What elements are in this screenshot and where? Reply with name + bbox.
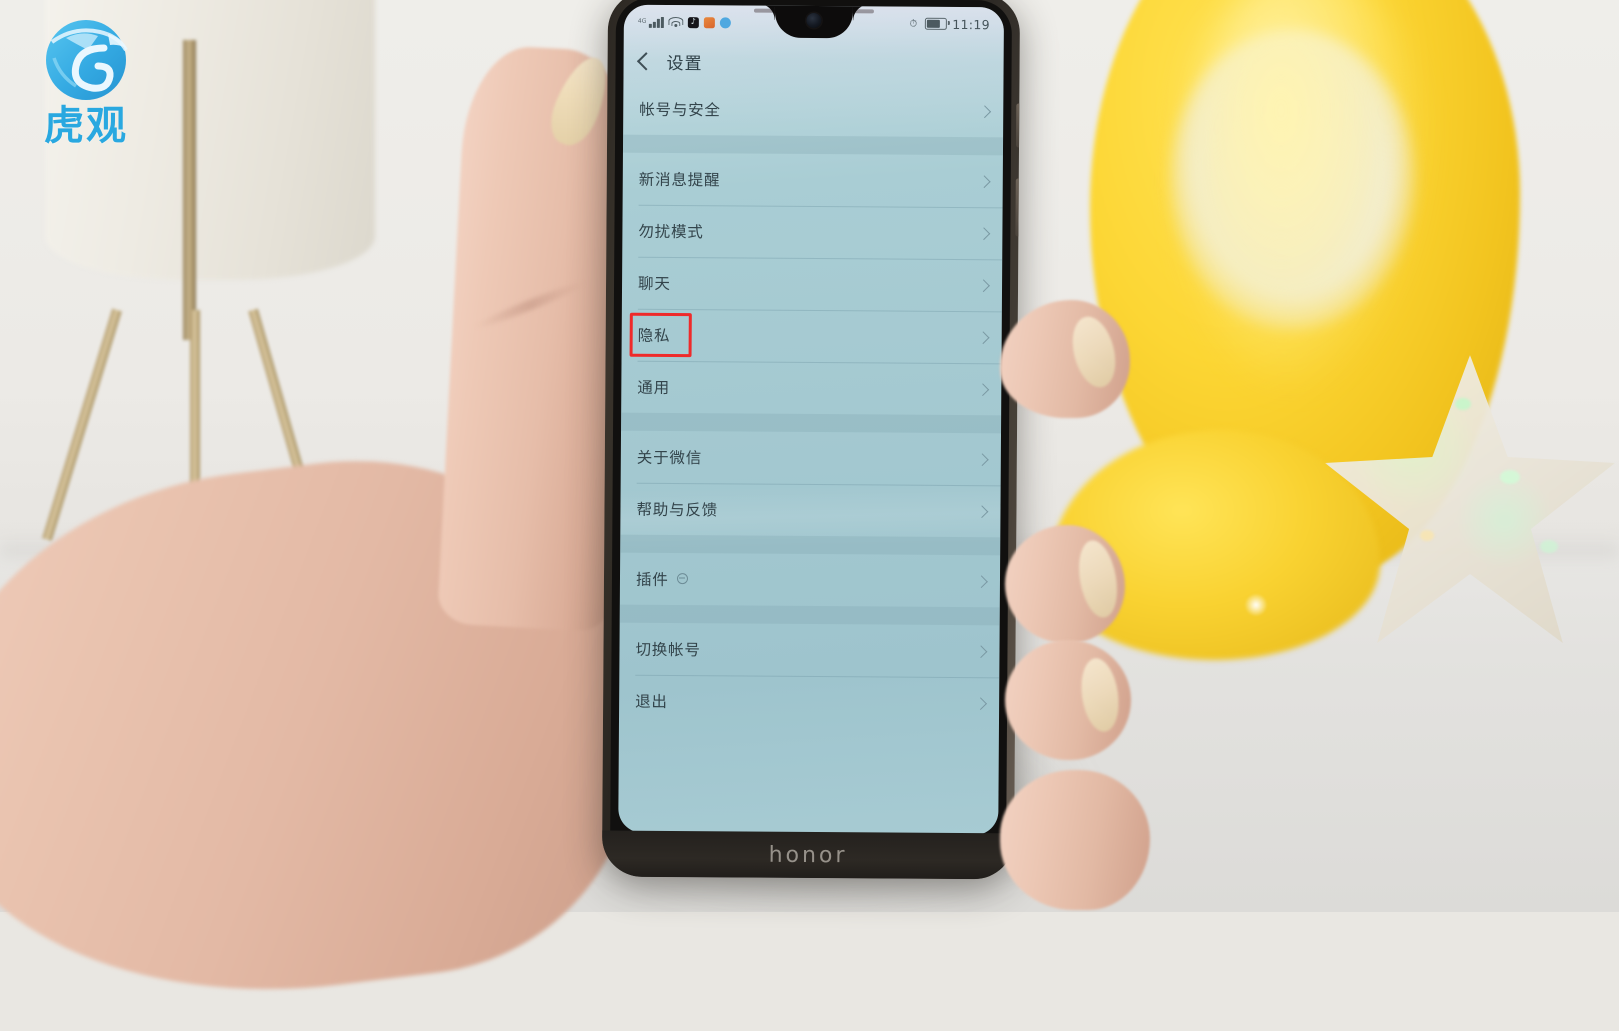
signal-bars-icon — [649, 16, 664, 28]
list-item-do-not-disturb[interactable]: 勿扰模式 — [622, 205, 1002, 260]
phone-bottom-bezel: honor — [601, 830, 1015, 880]
battery-icon — [925, 17, 948, 30]
list-item-label: 勿扰模式 — [638, 222, 704, 242]
orange-app-icon — [703, 16, 715, 28]
settings-group: 插件 — [620, 553, 1000, 608]
chevron-right-icon — [976, 382, 990, 396]
list-item-help-feedback[interactable]: 帮助与反馈 — [620, 483, 1000, 538]
back-chevron-icon[interactable] — [636, 51, 656, 71]
chevron-right-icon — [975, 452, 989, 466]
status-bar-right: ⏱ 11:19 — [909, 16, 990, 32]
settings-group: 新消息提醒 勿扰模式 聊天 隐私 通用 — [621, 153, 1003, 416]
settings-group: 切换帐号 退出 — [619, 623, 1000, 730]
smartphone-device: 4G ⏱ 11:19 设置 — [601, 0, 1021, 880]
chevron-right-icon — [974, 644, 988, 658]
blue-app-icon — [719, 16, 731, 28]
star-glitter-fleck — [1540, 540, 1558, 553]
list-item-label: 退出 — [635, 692, 668, 712]
list-item-switch-account[interactable]: 切换帐号 — [619, 623, 999, 678]
wifi-icon — [668, 16, 684, 27]
watermark-logo: 虎观 — [22, 14, 150, 146]
list-item-label: 通用 — [637, 378, 670, 398]
list-item-account-security[interactable]: 帐号与安全 — [623, 83, 1003, 138]
status-bar-left: 4G — [638, 16, 731, 28]
list-item-privacy[interactable]: 隐私 — [622, 309, 1002, 364]
page-title: 设置 — [666, 53, 703, 74]
settings-group: 关于微信 帮助与反馈 — [620, 431, 1001, 538]
list-item-label: 插件 — [635, 570, 669, 590]
front-camera-icon — [806, 12, 822, 29]
list-item-logout[interactable]: 退出 — [619, 675, 999, 730]
list-item-new-message-alert[interactable]: 新消息提醒 — [623, 153, 1003, 208]
watermark-brand-text: 虎观 — [44, 103, 128, 149]
tiger-globe-logo-icon — [46, 20, 128, 100]
chevron-right-icon — [978, 104, 992, 118]
list-item-label: 新消息提醒 — [638, 170, 721, 190]
network-type-label: 4G — [637, 17, 647, 25]
settings-group: 帐号与安全 — [623, 83, 1003, 138]
plugin-badge-icon — [676, 572, 688, 584]
yellow-specular-highlight — [1245, 594, 1267, 616]
list-item-chat[interactable]: 聊天 — [622, 257, 1002, 312]
list-item-about-wechat[interactable]: 关于微信 — [621, 431, 1001, 486]
list-item-plugins[interactable]: 插件 — [620, 553, 1000, 608]
list-item-label: 聊天 — [637, 274, 671, 294]
list-item-label: 切换帐号 — [635, 640, 701, 660]
chevron-right-icon — [975, 574, 988, 588]
nav-header: 设置 — [623, 39, 1003, 86]
tiktok-app-icon — [687, 16, 699, 28]
list-item-label: 关于微信 — [636, 448, 703, 468]
phone-screen[interactable]: 4G ⏱ 11:19 设置 — [618, 4, 1004, 836]
waterdrop-notch-icon — [774, 4, 854, 39]
chevron-right-icon — [977, 174, 991, 188]
chevron-right-icon — [977, 278, 990, 292]
list-item-label: 帐号与安全 — [639, 100, 721, 120]
status-bar-time: 11:19 — [952, 16, 990, 32]
chevron-right-icon — [977, 226, 991, 240]
chevron-right-icon — [976, 330, 990, 344]
pinky-finger — [1000, 770, 1150, 910]
honor-brand-label: honor — [768, 842, 848, 868]
star-glitter-fleck — [1420, 530, 1434, 541]
settings-list[interactable]: 帐号与安全 新消息提醒 勿扰模式 聊天 隐私 通用 关于微信 帮助与反馈 插件 … — [618, 83, 1004, 836]
chevron-right-icon — [974, 696, 987, 710]
list-item-label: 帮助与反馈 — [636, 500, 719, 520]
star-glitter-fleck — [1500, 470, 1520, 484]
star-glitter-fleck — [1455, 398, 1471, 410]
alarm-bell-icon: ⏱ — [909, 18, 918, 30]
lamp-pole — [183, 40, 196, 340]
list-item-general[interactable]: 通用 — [621, 361, 1001, 416]
chevron-right-icon — [975, 504, 989, 518]
list-item-label: 隐私 — [637, 326, 671, 346]
